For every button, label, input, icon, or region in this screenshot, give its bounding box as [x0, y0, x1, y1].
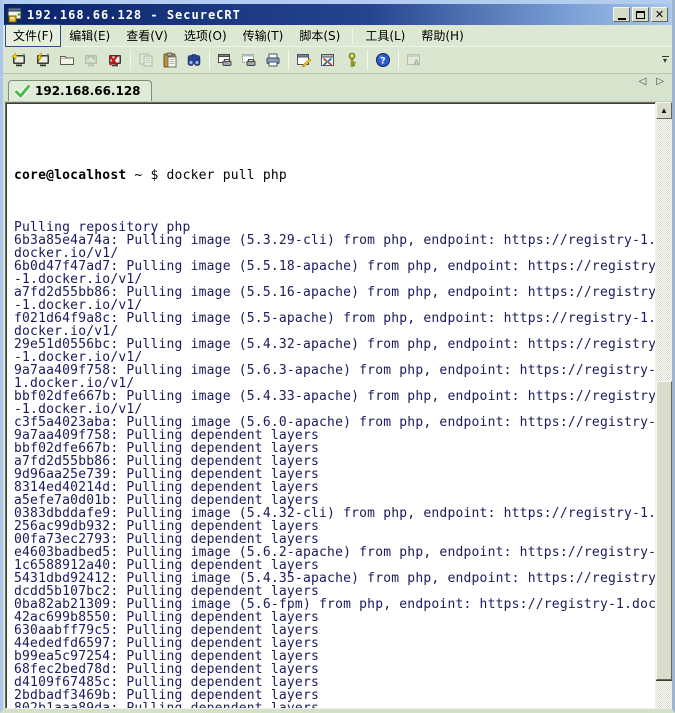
prompt-line: core@localhost ~ $ docker pull php — [14, 169, 655, 182]
prompt-user: core@localhost — [14, 168, 126, 183]
session-tab[interactable]: 192.168.66.128 — [8, 80, 152, 101]
fonts-button[interactable]: A — [402, 49, 426, 72]
scroll-up-button[interactable]: ▲ — [656, 102, 672, 119]
disconnect-icon — [107, 52, 123, 68]
connect-icon — [35, 52, 51, 68]
chevron-down-icon: ▾ — [663, 58, 667, 64]
print-screen-icon — [217, 52, 233, 68]
close-button[interactable]: ✕ — [651, 7, 668, 22]
maximize-icon — [636, 11, 645, 19]
menu-script[interactable]: 脚本(S) — [291, 24, 348, 47]
generate-key-button[interactable] — [340, 49, 364, 72]
menu-options[interactable]: 选项(O) — [176, 24, 235, 47]
printer-icon — [265, 52, 281, 68]
global-options-button[interactable] — [316, 49, 340, 72]
menu-edit[interactable]: 编辑(E) — [61, 24, 118, 47]
svg-text:?: ? — [380, 57, 385, 67]
app-icon — [7, 7, 23, 23]
minimize-icon — [618, 18, 626, 20]
tab-scroll-right-icon[interactable]: ▷ — [656, 77, 664, 87]
copy-icon — [138, 52, 154, 68]
paste-button[interactable] — [158, 49, 182, 72]
command-text: docker pull php — [167, 168, 287, 183]
scrollbar-thumb[interactable] — [656, 381, 672, 680]
toolbar-overflow-button[interactable]: ▾ — [659, 51, 671, 69]
global-options-icon — [320, 52, 336, 68]
tab-bar: 192.168.66.128 ◁ ▷ — [3, 74, 672, 102]
session-options-icon — [296, 52, 312, 68]
close-icon: ✕ — [655, 10, 664, 20]
print-button[interactable] — [261, 49, 285, 72]
toolbar-separator — [209, 50, 210, 70]
menu-tools[interactable]: 工具(L) — [357, 24, 413, 47]
sessions-folder-icon — [59, 52, 75, 68]
reconnect-button[interactable] — [79, 49, 103, 72]
vertical-scrollbar[interactable]: ▲ — [656, 102, 672, 709]
paste-icon — [162, 52, 178, 68]
menu-transfer[interactable]: 传输(T) — [235, 24, 292, 47]
titlebar[interactable]: 192.168.66.128 - SecureCRT ✕ — [4, 4, 671, 25]
menu-separator — [352, 28, 353, 44]
disconnect-button[interactable] — [103, 49, 127, 72]
key-icon — [344, 52, 360, 68]
titlebar-wrap: 192.168.66.128 - SecureCRT ✕ — [3, 0, 672, 25]
menu-bar: 文件(F) 编辑(E) 查看(V) 选项(O) 传输(T) 脚本(S) 工具(L… — [3, 25, 672, 47]
toolbar-separator — [288, 50, 289, 70]
svg-text:A: A — [413, 59, 420, 68]
print-selection-button[interactable] — [237, 49, 261, 72]
quick-connect-button[interactable] — [7, 49, 31, 72]
securecrt-window: 192.168.66.128 - SecureCRT ✕ 文件(F) 编辑(E)… — [0, 0, 675, 713]
maximize-button[interactable] — [632, 7, 649, 22]
connected-check-icon — [15, 85, 30, 98]
connect-button[interactable] — [31, 49, 55, 72]
session-tab-label: 192.168.66.128 — [35, 84, 141, 98]
toolbar-separator — [130, 50, 131, 70]
toolbar-separator — [367, 50, 368, 70]
menu-view[interactable]: 查看(V) — [118, 24, 176, 47]
toolbar-separator — [398, 50, 399, 70]
fonts-icon: A — [406, 52, 422, 68]
reconnect-icon — [83, 52, 99, 68]
find-icon — [186, 52, 202, 68]
menu-file[interactable]: 文件(F) — [5, 24, 61, 47]
window-title: 192.168.66.128 - SecureCRT — [27, 8, 609, 22]
toolbar: ? A ▾ — [3, 47, 672, 74]
find-button[interactable] — [182, 49, 206, 72]
terminal-output: core@localhost ~ $ docker pull php Pulli… — [6, 103, 655, 709]
terminal-row: core@localhost ~ $ docker pull php Pulli… — [3, 102, 672, 709]
menu-help[interactable]: 帮助(H) — [413, 24, 471, 47]
tab-scroll-left-icon[interactable]: ◁ — [639, 77, 647, 87]
prompt-rest: ~ $ — [126, 168, 166, 183]
help-icon: ? — [375, 52, 391, 68]
arrow-up-icon: ▲ — [660, 106, 668, 115]
session-options-button[interactable] — [292, 49, 316, 72]
terminal-line: 802b1aaa89da: Pulling dependent layers — [14, 702, 655, 709]
minimize-button[interactable] — [613, 7, 630, 22]
print-selection-icon — [241, 52, 257, 68]
help-button[interactable]: ? — [371, 49, 395, 72]
copy-button[interactable] — [134, 49, 158, 72]
open-sessions-button[interactable] — [55, 49, 79, 72]
terminal-screen[interactable]: core@localhost ~ $ docker pull php Pulli… — [5, 102, 656, 709]
quick-connect-icon — [11, 52, 27, 68]
print-screen-button[interactable] — [213, 49, 237, 72]
